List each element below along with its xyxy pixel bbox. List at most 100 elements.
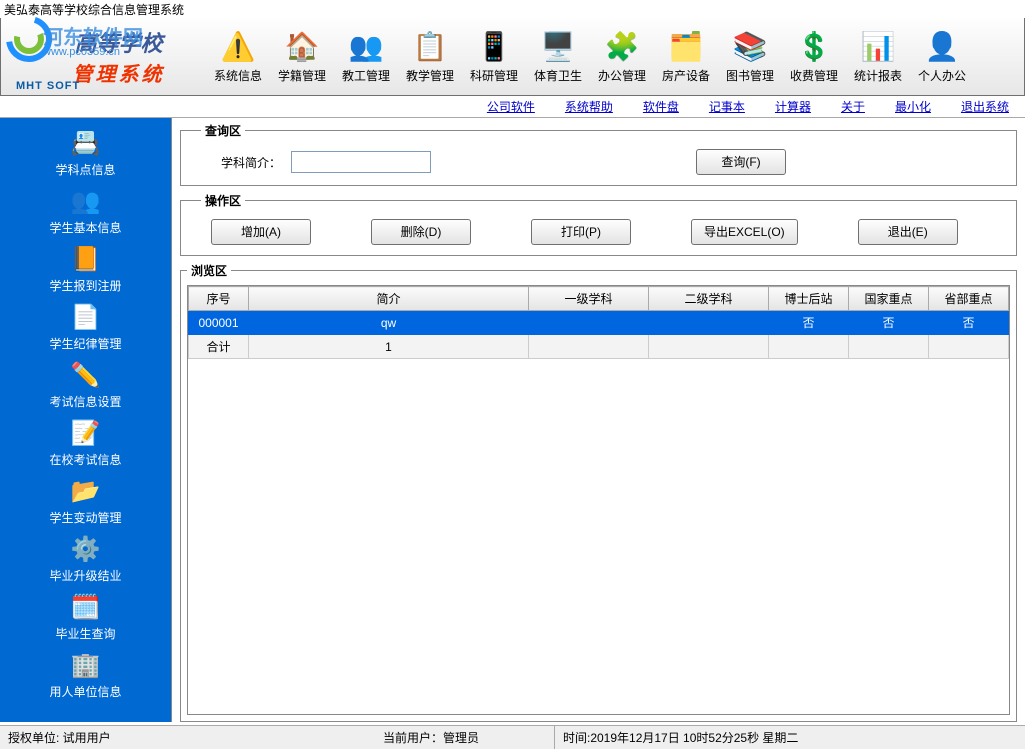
sidebar-item-student-basic[interactable]: 👥学生基本信息 (0, 184, 171, 239)
library-mgmt-label: 图书管理 (726, 67, 774, 84)
teaching-mgmt-icon: 📋 (413, 29, 447, 63)
watermark-url: www.pc0359.cn (43, 46, 120, 58)
column-header[interactable]: 序号 (189, 287, 249, 311)
logo-area: 河东软件网 www.pc0359.cn 高等学校 管理系统 MHT SOFT (1, 18, 196, 95)
print-button[interactable]: 打印(P) (531, 219, 631, 245)
table-cell (929, 335, 1009, 359)
graduation-icon: ⚙️ (72, 535, 100, 563)
sidebar-item-graduate-query[interactable]: 🗓️ 毕业生查询 (0, 590, 171, 645)
table-cell: 否 (849, 311, 929, 335)
linkbar-item-4[interactable]: 计算器 (775, 98, 811, 115)
discipline-intro-input[interactable] (291, 151, 431, 173)
staff-mgmt-button[interactable]: 👥 教工管理 (334, 21, 398, 93)
linkbar-item-0[interactable]: 公司软件 (487, 98, 535, 115)
employer-info-icon: 🏢 (72, 651, 100, 679)
sidebar: 📇学科点信息👥学生基本信息📙学生报到注册📄学生纪律管理✏️考试信息设置📝在校考试… (0, 118, 172, 722)
table-cell (649, 335, 769, 359)
sidebar-item-student-change[interactable]: 📂学生变动管理 (0, 474, 171, 529)
query-button[interactable]: 查询(F) (696, 149, 786, 175)
sports-health-label: 体育卫生 (534, 67, 582, 84)
linkbar-item-6[interactable]: 最小化 (895, 98, 931, 115)
student-status-label: 学籍管理 (278, 67, 326, 84)
browse-panel: 浏览区 序号简介一级学科二级学科博士后站国家重点省部重点 000001qw否否否… (180, 262, 1017, 722)
student-change-label: 学生变动管理 (49, 509, 121, 526)
stats-report-icon: 📊 (861, 29, 895, 63)
discipline-info-label: 学科点信息 (55, 161, 115, 178)
linkbar-item-3[interactable]: 记事本 (709, 98, 745, 115)
research-mgmt-label: 科研管理 (470, 67, 518, 84)
student-status-icon: 🏠 (285, 29, 319, 63)
data-table-wrap: 序号简介一级学科二级学科博士后站国家重点省部重点 000001qw否否否合计1 (187, 285, 1010, 715)
linkbar-item-2[interactable]: 软件盘 (643, 98, 679, 115)
ops-legend: 操作区 (201, 192, 245, 209)
header-banner: 河东软件网 www.pc0359.cn 高等学校 管理系统 MHT SOFT ⚠… (0, 18, 1025, 96)
student-basic-icon: 👥 (72, 187, 100, 215)
graduate-query-icon: 🗓️ (72, 593, 100, 621)
table-cell (849, 335, 929, 359)
status-user: 当前用户：管理员 (375, 726, 555, 749)
exam-info-label: 在校考试信息 (49, 451, 121, 468)
browse-legend: 浏览区 (187, 262, 231, 279)
sidebar-item-student-register[interactable]: 📙学生报到注册 (0, 242, 171, 297)
fee-mgmt-button[interactable]: 💲收费管理 (782, 21, 846, 93)
staff-mgmt-icon: 👥 (349, 29, 383, 63)
table-cell: qw (249, 311, 529, 335)
content-area: 查询区 学科简介： 查询(F) 操作区 增加(A) 删除(D) 打印(P) 导出EXC… (172, 118, 1025, 722)
link-bar: 公司软件 系统帮助 软件盘 记事本 计算器 关于 最小化 退出系统 (0, 96, 1025, 118)
linkbar-item-5[interactable]: 关于 (841, 98, 865, 115)
personal-office-button[interactable]: 👤 个人办公 (910, 21, 974, 93)
sidebar-item-student-discipline[interactable]: 📄学生纪律管理 (0, 300, 171, 355)
staff-mgmt-label: 教工管理 (342, 67, 390, 84)
sidebar-item-graduation[interactable]: ⚙️ 毕业升级结业 (0, 532, 171, 587)
research-mgmt-button[interactable]: 📱 科研管理 (462, 21, 526, 93)
student-discipline-label: 学生纪律管理 (49, 335, 121, 352)
delete-button[interactable]: 删除(D) (371, 219, 471, 245)
office-mgmt-label: 办公管理 (598, 67, 646, 84)
graduate-query-label: 毕业生查询 (55, 625, 115, 642)
exit-button[interactable]: 退出(E) (858, 219, 958, 245)
property-equip-label: 房产设备 (662, 67, 710, 84)
table-cell (529, 335, 649, 359)
personal-office-label: 个人办公 (918, 67, 966, 84)
query-panel: 查询区 学科简介： 查询(F) (180, 122, 1017, 186)
office-mgmt-button[interactable]: 🧩办公管理 (590, 21, 654, 93)
logo-line2: 管理系统 (73, 58, 165, 87)
library-mgmt-button[interactable]: 📚图书管理 (718, 21, 782, 93)
sidebar-item-exam-info[interactable]: 📝在校考试信息 (0, 416, 171, 471)
table-cell (769, 335, 849, 359)
sports-health-button[interactable]: 🖥️体育卫生 (526, 21, 590, 93)
status-auth: 授权单位: 试用用户 (0, 726, 375, 749)
linkbar-item-1[interactable]: 系统帮助 (565, 98, 613, 115)
sidebar-item-employer-info[interactable]: 🏢 用人单位信息 (0, 648, 171, 703)
stats-report-label: 统计报表 (854, 67, 902, 84)
column-header[interactable]: 二级学科 (649, 287, 769, 311)
window-title: 美弘泰高等学校综合信息管理系统 (0, 0, 1025, 18)
teaching-mgmt-button[interactable]: 📋教学管理 (398, 21, 462, 93)
table-header-row: 序号简介一级学科二级学科博士后站国家重点省部重点 (189, 287, 1009, 311)
sidebar-item-discipline-info[interactable]: 📇学科点信息 (0, 126, 171, 181)
query-label: 学科简介： (201, 154, 281, 171)
graduation-label: 毕业升级结业 (49, 567, 121, 584)
column-header[interactable]: 博士后站 (769, 287, 849, 311)
table-sum-row: 合计1 (189, 335, 1009, 359)
property-equip-button[interactable]: 🗂️ 房产设备 (654, 21, 718, 93)
property-equip-icon: 🗂️ (669, 29, 703, 63)
linkbar-item-7[interactable]: 退出系统 (961, 98, 1009, 115)
student-status-button[interactable]: 🏠 学籍管理 (270, 21, 334, 93)
employer-info-label: 用人单位信息 (49, 683, 121, 700)
table-row[interactable]: 000001qw否否否 (189, 311, 1009, 335)
export-button[interactable]: 导出EXCEL(O) (691, 219, 798, 245)
add-button[interactable]: 增加(A) (211, 219, 311, 245)
system-info-label: 系统信息 (214, 67, 262, 84)
research-mgmt-icon: 📱 (477, 29, 511, 63)
column-header[interactable]: 国家重点 (849, 287, 929, 311)
column-header[interactable]: 简介 (249, 287, 529, 311)
personal-office-icon: 👤 (925, 29, 959, 63)
system-info-button[interactable]: ⚠️ 系统信息 (206, 21, 270, 93)
system-info-icon: ⚠️ (221, 29, 255, 63)
column-header[interactable]: 一级学科 (529, 287, 649, 311)
column-header[interactable]: 省部重点 (929, 287, 1009, 311)
logo-brand: MHT SOFT (16, 80, 80, 92)
sidebar-item-exam-settings[interactable]: ✏️考试信息设置 (0, 358, 171, 413)
stats-report-button[interactable]: 📊 统计报表 (846, 21, 910, 93)
